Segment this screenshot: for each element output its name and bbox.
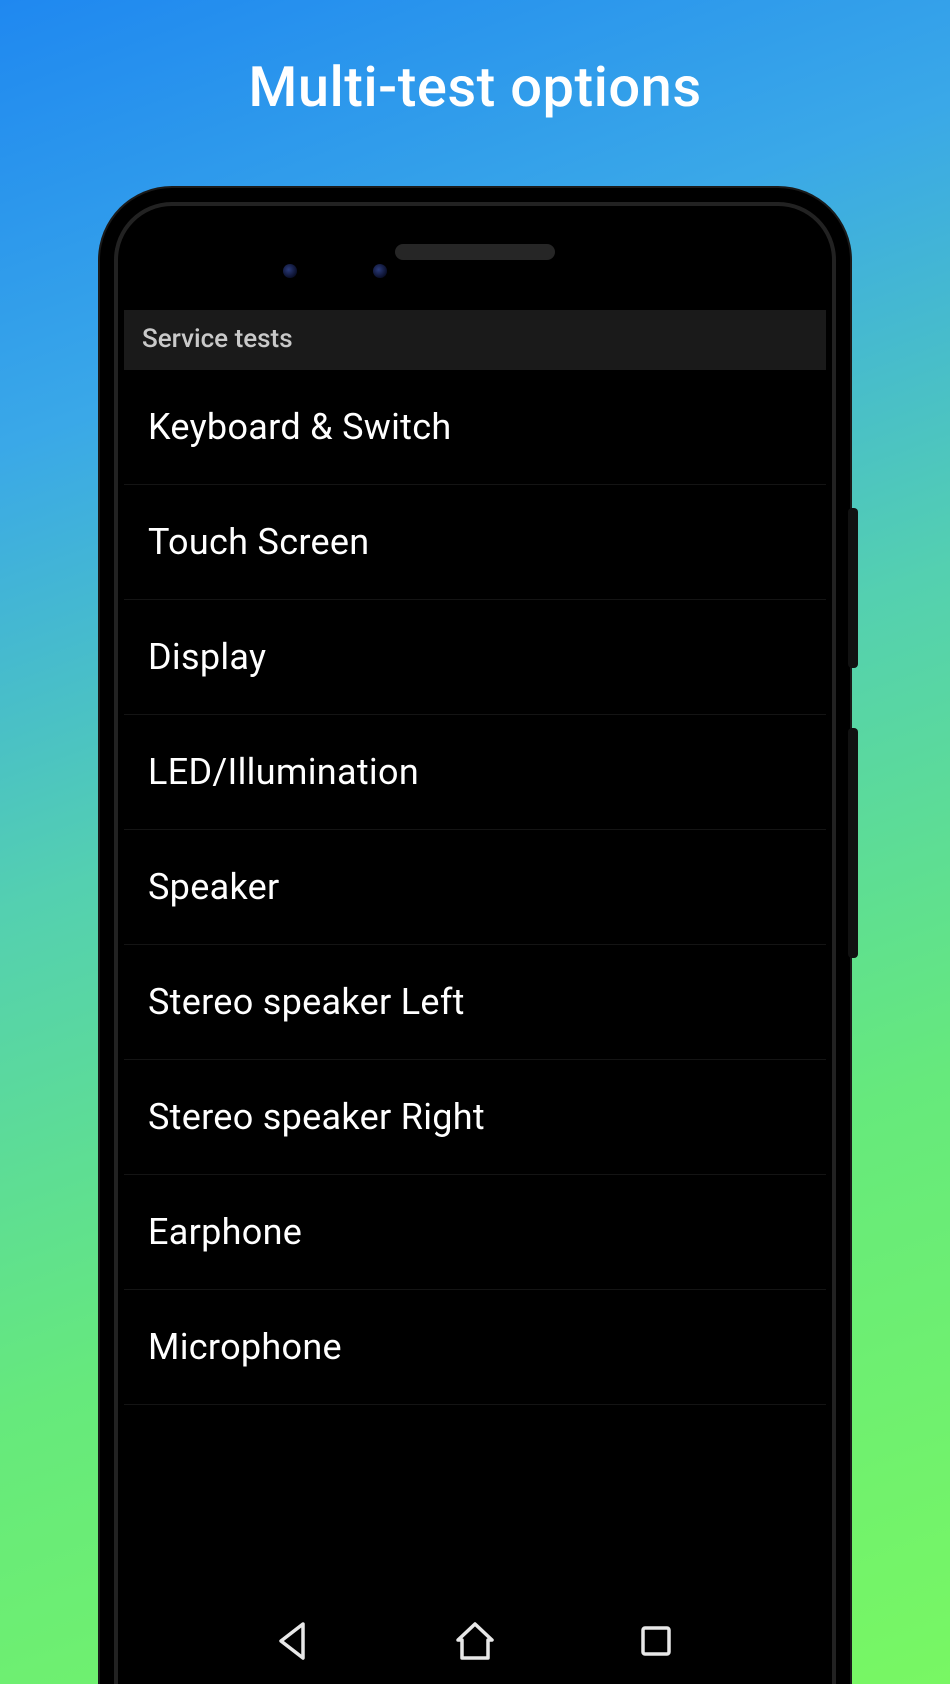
app-header-title: Service tests — [142, 324, 808, 354]
test-list[interactable]: Keyboard & Switch Touch Screen Display L… — [124, 370, 826, 1598]
list-item-display[interactable]: Display — [124, 600, 826, 715]
list-item-stereo-speaker-left[interactable]: Stereo speaker Left — [124, 945, 826, 1060]
list-item-earphone[interactable]: Earphone — [124, 1175, 826, 1290]
back-button[interactable] — [271, 1618, 317, 1664]
home-button[interactable] — [452, 1618, 498, 1664]
earpiece-speaker-slot — [395, 244, 555, 260]
list-item-label: Keyboard & Switch — [148, 406, 452, 448]
list-item-speaker[interactable]: Speaker — [124, 830, 826, 945]
phone-screen: Service tests Keyboard & Switch Touch Sc… — [124, 310, 826, 1684]
recents-icon — [633, 1618, 679, 1664]
front-camera-icon — [283, 264, 297, 278]
phone-bezel: Service tests Keyboard & Switch Touch Sc… — [114, 202, 836, 1684]
android-navbar — [124, 1598, 826, 1684]
list-item-led-illumination[interactable]: LED/Illumination — [124, 715, 826, 830]
home-icon — [452, 1618, 498, 1664]
page-title: Multi-test options — [248, 54, 701, 120]
list-item-label: Speaker — [148, 866, 280, 908]
side-button-top — [848, 508, 858, 668]
list-item-label: Earphone — [148, 1211, 302, 1253]
back-icon — [271, 1618, 317, 1664]
front-sensor-icon — [373, 264, 387, 278]
side-button-bottom — [848, 728, 858, 958]
recents-button[interactable] — [633, 1618, 679, 1664]
phone-mockup: Service tests Keyboard & Switch Touch Sc… — [100, 188, 850, 1684]
list-item-microphone[interactable]: Microphone — [124, 1290, 826, 1405]
list-item-stereo-speaker-right[interactable]: Stereo speaker Right — [124, 1060, 826, 1175]
list-item-label: Microphone — [148, 1326, 342, 1368]
list-item-label: Touch Screen — [148, 521, 369, 563]
list-item-touch-screen[interactable]: Touch Screen — [124, 485, 826, 600]
list-item-label: Stereo speaker Left — [148, 981, 465, 1023]
list-item-keyboard-switch[interactable]: Keyboard & Switch — [124, 370, 826, 485]
list-item-label: LED/Illumination — [148, 751, 419, 793]
list-item-label: Stereo speaker Right — [148, 1096, 485, 1138]
app-header: Service tests — [124, 310, 826, 370]
list-item-label: Display — [148, 636, 266, 678]
